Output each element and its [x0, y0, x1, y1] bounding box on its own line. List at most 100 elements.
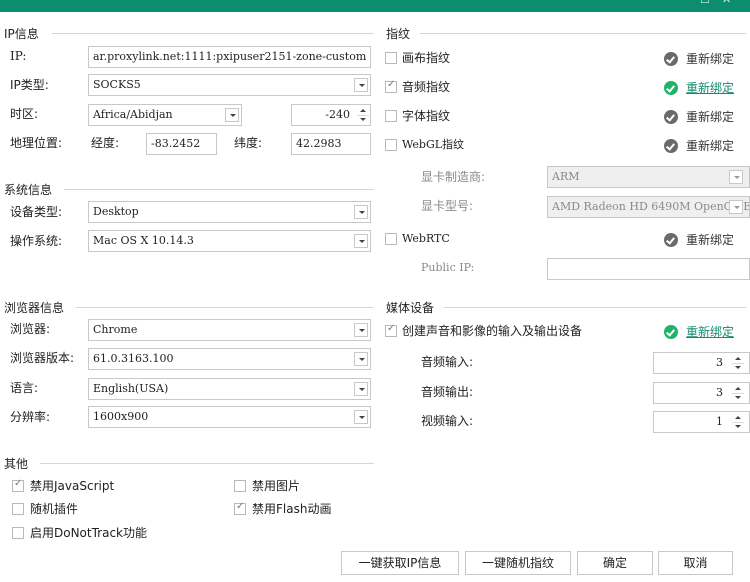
- gpu-vendor-label: 显卡制造商:: [421, 170, 486, 184]
- increment-icon[interactable]: [732, 355, 744, 363]
- divider: [76, 307, 374, 308]
- increment-icon[interactable]: [732, 385, 744, 393]
- resolution-select[interactable]: 1600x900: [88, 406, 371, 428]
- audio-fingerprint-label: 音频指纹: [402, 80, 451, 94]
- checkbox[interactable]: [234, 480, 246, 492]
- canvas-fingerprint-label: 画布指纹: [402, 51, 451, 65]
- video-input-stepper[interactable]: 1: [653, 411, 750, 433]
- chevron-down-icon[interactable]: [354, 234, 368, 248]
- browser-value: Chrome: [93, 323, 138, 336]
- chevron-down-icon[interactable]: [354, 323, 368, 337]
- chevron-down-icon[interactable]: [354, 382, 368, 396]
- decrement-icon[interactable]: [732, 363, 744, 371]
- longitude-input[interactable]: -83.2452: [146, 133, 217, 155]
- create-media-devices-label: 创建声音和影像的输入及输出设备: [402, 324, 583, 338]
- checkbox[interactable]: [12, 503, 24, 515]
- chevron-down-icon[interactable]: [354, 78, 368, 92]
- checkbox[interactable]: [385, 79, 397, 93]
- timezone-offset-stepper[interactable]: -240: [291, 104, 371, 126]
- divider: [64, 189, 374, 190]
- random-fingerprint-button[interactable]: 一键随机指纹: [465, 551, 571, 575]
- divider: [52, 33, 374, 34]
- maximize-icon[interactable]: ☐: [700, 0, 710, 6]
- increment-icon[interactable]: [732, 414, 744, 422]
- webrtc-rebind-link[interactable]: 重新绑定: [686, 232, 734, 248]
- cancel-button[interactable]: 取消: [658, 551, 733, 575]
- webgl-fingerprint-label: WebGL指纹: [402, 138, 465, 151]
- get-ip-info-button[interactable]: 一键获取IP信息: [341, 551, 459, 575]
- audio-input-label: 音频输入:: [421, 355, 474, 369]
- random-plugins-label: 随机插件: [30, 502, 79, 516]
- browser-label: 浏览器:: [10, 322, 51, 336]
- chevron-down-icon[interactable]: [354, 410, 368, 424]
- gpu-model-select[interactable]: AMD Radeon HD 6490M OpenGL E: [547, 196, 750, 218]
- decrement-icon[interactable]: [732, 422, 744, 430]
- checkbox[interactable]: [234, 501, 246, 515]
- ip-type-select[interactable]: SOCKS5: [88, 74, 371, 96]
- audio-output-value: 3: [716, 386, 723, 399]
- public-ip-label: Public IP:: [421, 261, 475, 274]
- chevron-down-icon[interactable]: [225, 108, 239, 122]
- chevron-down-icon[interactable]: [354, 352, 368, 366]
- disable-flash-label: 禁用Flash动画: [252, 502, 332, 516]
- audio-input-stepper[interactable]: 3: [653, 352, 750, 374]
- audio-output-stepper[interactable]: 3: [653, 382, 750, 404]
- decrement-icon[interactable]: [732, 393, 744, 401]
- chevron-down-icon[interactable]: [729, 200, 743, 214]
- public-ip-input[interactable]: [547, 258, 750, 280]
- resolution-label: 分辨率:: [10, 410, 51, 424]
- checkbox[interactable]: [385, 233, 397, 245]
- gpu-model-value: AMD Radeon HD 6490M OpenGL E: [552, 200, 750, 213]
- canvas-rebind-link[interactable]: 重新绑定: [686, 51, 734, 67]
- media-rebind-link[interactable]: 重新绑定: [686, 324, 734, 340]
- divider: [40, 463, 374, 464]
- browser-select[interactable]: Chrome: [88, 319, 371, 341]
- checkbox[interactable]: [12, 527, 24, 539]
- device-type-value: Desktop: [93, 205, 139, 218]
- timezone-offset-value: -240: [325, 108, 350, 121]
- checkbox[interactable]: [385, 139, 397, 151]
- ok-button[interactable]: 确定: [577, 551, 653, 575]
- ip-label: IP:: [10, 49, 27, 63]
- check-circle-icon: [664, 233, 678, 247]
- latitude-input[interactable]: 42.2983: [291, 133, 371, 155]
- audio-rebind-link[interactable]: 重新绑定: [686, 80, 734, 96]
- fingerprint-title: 指纹: [386, 27, 411, 41]
- video-input-value: 1: [716, 415, 723, 428]
- increment-icon[interactable]: [357, 107, 369, 115]
- language-value: English(USA): [93, 382, 169, 395]
- gpu-vendor-select[interactable]: ARM: [547, 166, 750, 188]
- title-bar: [0, 0, 750, 12]
- device-type-label: 设备类型:: [10, 205, 63, 219]
- language-select[interactable]: English(USA): [88, 378, 371, 400]
- browser-version-select[interactable]: 61.0.3163.100: [88, 348, 371, 370]
- divider: [444, 307, 746, 308]
- checkbox[interactable]: [385, 110, 397, 122]
- webgl-rebind-link[interactable]: 重新绑定: [686, 138, 734, 154]
- device-type-select[interactable]: Desktop: [88, 201, 371, 223]
- timezone-value: Africa/Abidjan: [93, 108, 173, 121]
- audio-input-value: 3: [716, 356, 723, 369]
- browser-version-label: 浏览器版本:: [10, 351, 75, 365]
- os-value: Mac OS X 10.14.3: [93, 234, 194, 247]
- ip-input[interactable]: ar.proxylink.net:1111:pxipuser2151-zone-…: [88, 46, 371, 68]
- timezone-select[interactable]: Africa/Abidjan: [88, 104, 242, 126]
- font-rebind-link[interactable]: 重新绑定: [686, 109, 734, 125]
- os-select[interactable]: Mac OS X 10.14.3: [88, 230, 371, 252]
- decrement-icon[interactable]: [357, 115, 369, 123]
- checkbox[interactable]: [385, 323, 397, 337]
- audio-output-label: 音频输出:: [421, 385, 474, 399]
- checkbox[interactable]: [385, 52, 397, 64]
- video-input-label: 视频输入:: [421, 414, 474, 428]
- checkbox[interactable]: [12, 478, 24, 492]
- check-circle-icon: [664, 110, 678, 124]
- disable-javascript-label: 禁用JavaScript: [30, 479, 115, 493]
- chevron-down-icon[interactable]: [729, 170, 743, 184]
- system-info-title: 系统信息: [4, 183, 53, 197]
- ip-type-value: SOCKS5: [93, 78, 141, 91]
- chevron-down-icon[interactable]: [354, 205, 368, 219]
- disable-images-label: 禁用图片: [252, 479, 301, 493]
- check-circle-icon: [664, 325, 678, 339]
- browser-info-title: 浏览器信息: [4, 301, 65, 315]
- close-icon[interactable]: ✕: [722, 0, 731, 6]
